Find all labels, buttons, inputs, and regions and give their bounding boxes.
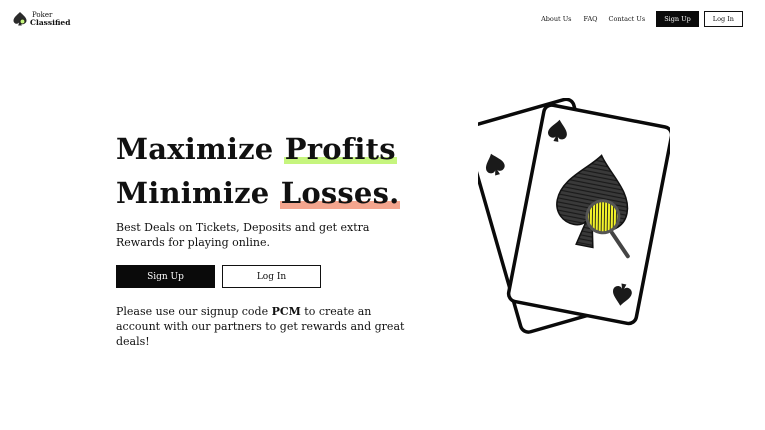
hero-title-line-2: Minimize Losses. [116,171,401,215]
logo-text: Poker Classified [30,11,71,27]
hero-login-button[interactable]: Log In [222,265,321,288]
nav-link-contact[interactable]: Contact Us [608,15,645,23]
hero-title: Maximize Profits Minimize Losses. [116,127,401,215]
header-login-button[interactable]: Log In [703,11,743,27]
hero-title-line-1: Maximize Profits [116,127,400,171]
playing-cards-spade-magnifier-icon [478,98,670,334]
top-nav: About Us FAQ Contact Us Sign Up Log In [541,11,743,27]
signup-code: PCM [271,305,301,318]
hero-title-highlight-losses: Losses. [279,176,401,210]
site-header: Poker Classified About Us FAQ Contact Us… [0,0,765,36]
logo[interactable]: Poker Classified [12,11,70,27]
header-signup-button[interactable]: Sign Up [656,11,699,27]
hero-title-highlight-profits: Profits [283,132,397,166]
hero-subtitle: Best Deals on Tickets, Deposits and get … [116,221,370,249]
nav-link-faq[interactable]: FAQ [584,15,598,23]
signup-note-before: Please use our signup code [116,305,272,318]
hero-title-line-1-text: Maximize [116,132,284,166]
nav-link-about[interactable]: About Us [541,15,571,23]
hero-signup-button[interactable]: Sign Up [116,265,215,288]
logo-spade-icon [13,12,27,26]
logo-line-2: Classified [30,18,71,27]
hero-title-line-2-text: Minimize [116,176,280,210]
signup-code-note: Please use our signup code PCM to create… [116,304,406,349]
